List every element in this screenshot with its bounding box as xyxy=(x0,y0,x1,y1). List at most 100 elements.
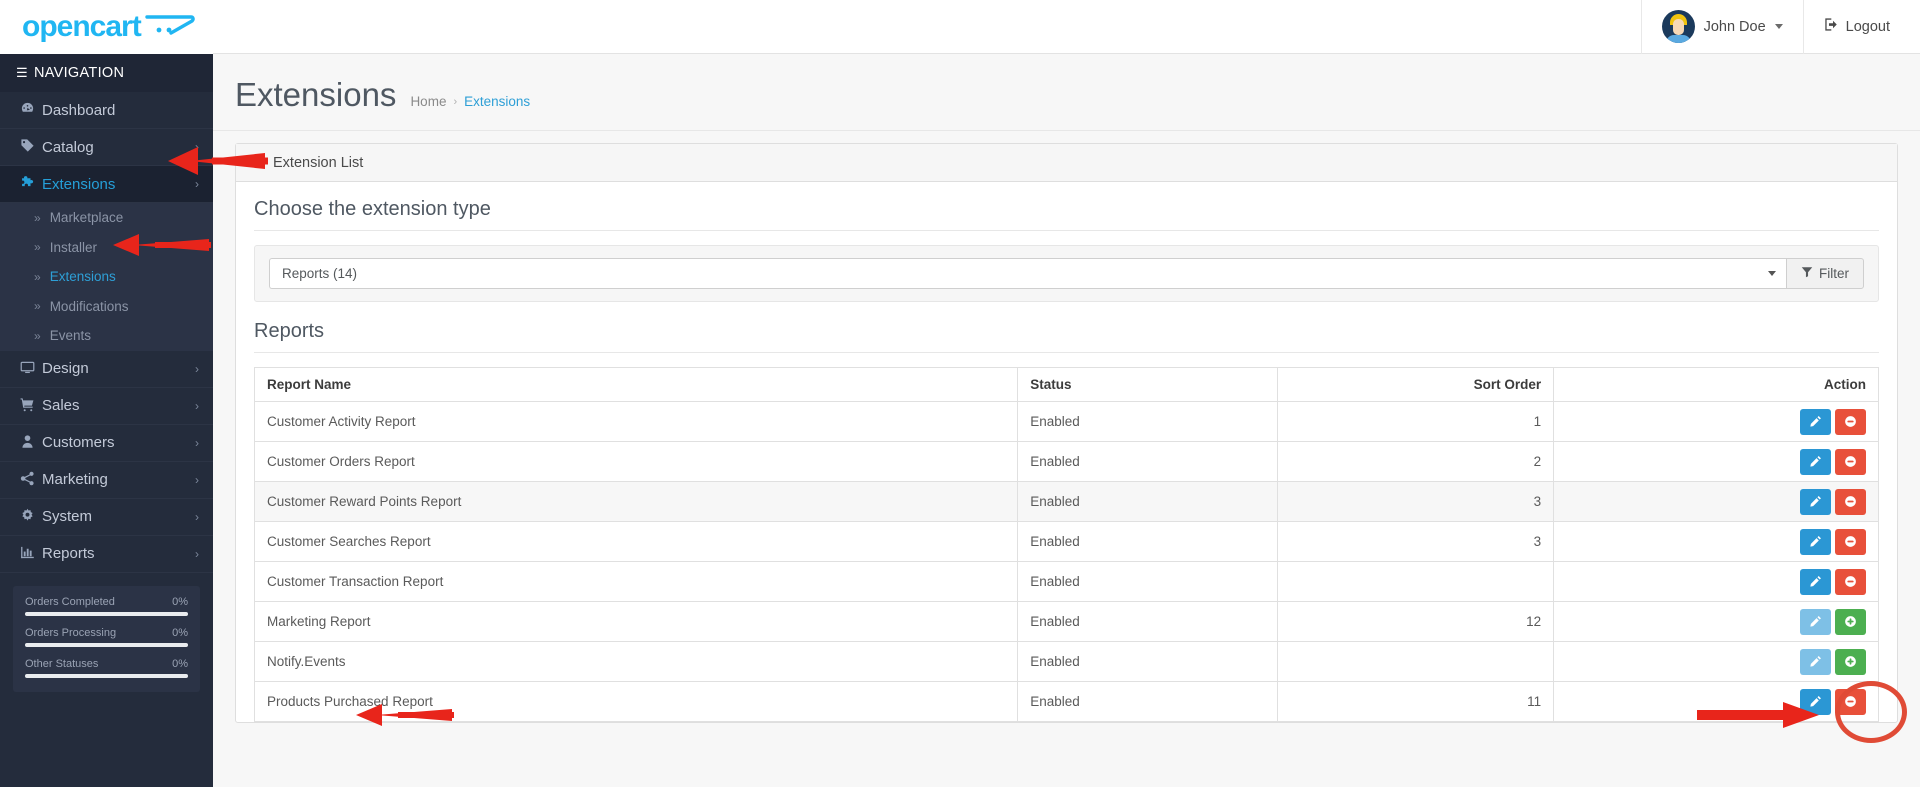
progress-bar xyxy=(25,611,188,616)
gear-icon xyxy=(20,508,42,526)
edit-button[interactable] xyxy=(1800,488,1831,515)
chevron-right-icon: › xyxy=(195,509,199,524)
stat-orders-completed: Orders Completed 0% xyxy=(25,596,188,616)
table-row: Customer Transaction Report Enabled xyxy=(253,561,1879,602)
monitor-icon xyxy=(20,360,42,378)
table-row: Products Purchased Report Enabled 11 xyxy=(253,681,1879,722)
page-title: Extensions xyxy=(235,76,397,113)
breadcrumb-current[interactable]: Extensions xyxy=(464,94,530,109)
user-menu[interactable]: John Doe xyxy=(1640,0,1803,54)
pencil-icon xyxy=(1809,615,1822,628)
cell-action xyxy=(1553,481,1879,522)
sidebar-item-design[interactable]: Design › xyxy=(0,351,213,388)
stat-value: 0% xyxy=(172,657,188,670)
breadcrumb-home[interactable]: Home xyxy=(410,94,446,109)
cell-status: Enabled xyxy=(1017,481,1279,522)
sidebar-item-extensions[interactable]: Extensions › xyxy=(0,166,213,203)
edit-button-disabled[interactable] xyxy=(1800,648,1831,675)
cell-status: Enabled xyxy=(1017,641,1279,682)
progress-bar xyxy=(25,673,188,678)
edit-button[interactable] xyxy=(1800,448,1831,475)
sidebar-item-reports[interactable]: Reports › xyxy=(0,536,213,573)
sidebar-item-system[interactable]: System › xyxy=(0,499,213,536)
page-header: Extensions Home › Extensions xyxy=(213,54,1920,131)
uninstall-button[interactable] xyxy=(1835,488,1866,515)
edit-button[interactable] xyxy=(1800,568,1831,595)
main-area: John Doe Logout Extensions Home › Extens… xyxy=(213,0,1920,787)
share-icon xyxy=(20,471,42,489)
pencil-icon xyxy=(1809,415,1822,428)
table-row: Marketing Report Enabled 12 xyxy=(253,601,1879,642)
logout-label: Logout xyxy=(1845,18,1890,35)
stat-other-statuses: Other Statuses 0% xyxy=(25,658,188,678)
uninstall-button[interactable] xyxy=(1835,408,1866,435)
cell-sort-order: 3 xyxy=(1277,481,1555,522)
bar-chart-icon xyxy=(20,545,42,563)
edit-button[interactable] xyxy=(1800,688,1831,715)
cell-report-name: Marketing Report xyxy=(253,601,1019,642)
cell-report-name: Customer Activity Report xyxy=(253,401,1019,442)
minus-circle-icon xyxy=(1844,415,1857,428)
double-chevron-icon: » xyxy=(34,299,41,314)
uninstall-button[interactable] xyxy=(1835,688,1866,715)
sidebar-subitem-events[interactable]: » Events xyxy=(0,321,213,351)
filter-well: Reports (14) Filter xyxy=(254,245,1879,302)
sidebar-item-label: Customers xyxy=(42,434,115,451)
pencil-icon xyxy=(1809,495,1822,508)
sidebar-item-marketing[interactable]: Marketing › xyxy=(0,462,213,499)
edit-button[interactable] xyxy=(1800,528,1831,555)
brand-logo[interactable]: opencart xyxy=(0,0,213,54)
sidebar-item-customers[interactable]: Customers › xyxy=(0,425,213,462)
extension-type-select[interactable]: Reports (14) xyxy=(269,258,1786,289)
install-button[interactable] xyxy=(1835,608,1866,635)
uninstall-button[interactable] xyxy=(1835,568,1866,595)
minus-circle-icon xyxy=(1844,575,1857,588)
cell-sort-order: 3 xyxy=(1277,521,1555,562)
uninstall-button[interactable] xyxy=(1835,448,1866,475)
app-root: opencart ☰ NAVIGATION Dashboard Catalog … xyxy=(0,0,1920,787)
choose-extension-type-heading: Choose the extension type xyxy=(254,198,1879,231)
navigation-title: ☰ NAVIGATION xyxy=(0,54,213,92)
install-button[interactable] xyxy=(1835,648,1866,675)
extensions-table: Report Name Status Sort Order Action Cus… xyxy=(253,367,1879,722)
table-row: Notify.Events Enabled xyxy=(253,641,1879,682)
filter-button[interactable]: Filter xyxy=(1786,258,1864,289)
edit-button-disabled[interactable] xyxy=(1800,608,1831,635)
double-chevron-icon: » xyxy=(34,240,41,255)
panel-header: Extension List xyxy=(236,144,1897,182)
pencil-icon xyxy=(1809,455,1822,468)
sidebar-subitem-modifications[interactable]: » Modifications xyxy=(0,291,213,321)
table-row: Customer Reward Points Report Enabled 3 xyxy=(253,481,1879,522)
extension-list-panel: Extension List Choose the extension type… xyxy=(235,143,1898,723)
chevron-right-icon: › xyxy=(195,140,199,154)
sidebar-item-label: Marketing xyxy=(42,471,108,488)
sidebar-item-sales[interactable]: Sales › xyxy=(0,388,213,425)
sidebar-subitem-label: Marketplace xyxy=(49,210,124,226)
double-chevron-icon: » xyxy=(34,269,41,284)
minus-circle-icon xyxy=(1844,695,1857,708)
navigation-title-label: NAVIGATION xyxy=(33,65,125,81)
sidebar-subitem-label: Modifications xyxy=(49,298,129,314)
sidebar-item-dashboard[interactable]: Dashboard xyxy=(0,92,213,129)
plus-circle-icon xyxy=(1844,615,1857,628)
sidebar-subitem-label: Events xyxy=(49,328,91,344)
uninstall-button[interactable] xyxy=(1835,528,1866,555)
sidebar-subitem-marketplace[interactable]: » Marketplace xyxy=(0,203,213,233)
sidebar-item-label: Dashboard xyxy=(42,101,116,119)
sidebar-subitem-extensions[interactable]: » Extensions xyxy=(0,262,213,292)
stat-label: Other Statuses xyxy=(25,657,99,670)
column-header-status: Status xyxy=(1017,367,1279,402)
edit-button[interactable] xyxy=(1800,408,1831,435)
stat-value: 0% xyxy=(172,626,188,639)
table-head: Report Name Status Sort Order Action xyxy=(253,367,1879,402)
cell-report-name: Customer Transaction Report xyxy=(253,561,1019,602)
chevron-right-icon: › xyxy=(195,435,199,450)
chevron-right-icon: › xyxy=(195,546,199,561)
chevron-right-icon: › xyxy=(195,361,199,376)
logout-button[interactable]: Logout xyxy=(1802,0,1904,54)
chevron-right-icon: › xyxy=(195,398,199,413)
content-area: Extension List Choose the extension type… xyxy=(213,131,1920,723)
sidebar-subitem-installer[interactable]: » Installer xyxy=(0,232,213,262)
panel-body: Choose the extension type Reports (14) F… xyxy=(236,182,1897,722)
sidebar-item-catalog[interactable]: Catalog › xyxy=(0,129,213,166)
